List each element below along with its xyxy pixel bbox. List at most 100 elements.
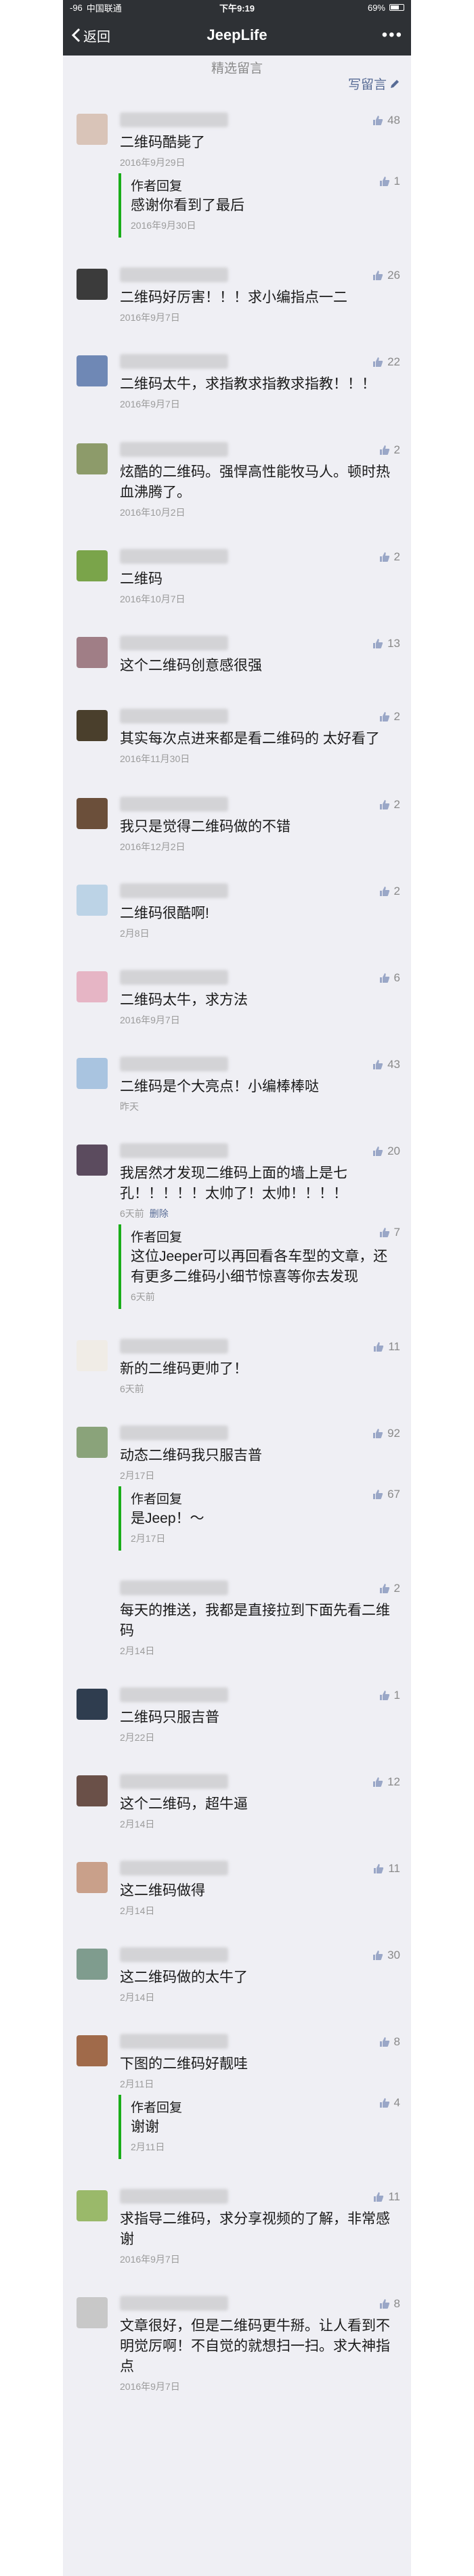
avatar[interactable] [77,1582,108,1613]
comment-time-text: 2016年12月2日 [120,841,186,852]
like-button[interactable]: 20 [372,1145,400,1158]
like-button[interactable]: 48 [372,114,400,127]
like-button[interactable]: 2 [379,885,400,898]
avatar[interactable] [77,1689,108,1720]
like-button[interactable]: 2 [379,710,400,724]
like-button[interactable]: 8 [379,2297,400,2311]
author-reply-label: 作者回复 [131,1492,183,1507]
commenter-name [120,442,228,457]
like-button[interactable]: 2 [379,798,400,812]
commenter-name [120,883,228,898]
comment-time: 2月14日 [120,1991,400,2004]
avatar[interactable] [77,355,108,386]
comment-text: 下图的二维码好靓哇 [120,2056,248,2072]
commenter-name [120,112,228,127]
delete-button[interactable]: 删除 [150,1208,169,1219]
nav-bar: 返回 JeepLife ••• [63,15,411,55]
like-button[interactable]: 43 [372,1058,400,1071]
avatar[interactable] [77,1145,108,1176]
comment-time: 2月17日 [120,1469,400,1482]
back-button[interactable]: 返回 [71,26,110,45]
like-count: 2 [393,443,400,456]
comment-text: 二维码只服吉普 [120,1710,219,1725]
like-button[interactable]: 2 [379,1582,400,1595]
commenter-name [120,2189,228,2204]
comment-item: 8 下图的二维码好靓哇 2月11日 4 作者回复 谢谢 2月11日 [63,2015,411,2170]
comment-text: 其实每次点进来都是看二维码的 太好看了 [120,731,380,747]
like-count: 2 [393,710,400,723]
reply-like-button[interactable]: 4 [379,2096,400,2110]
comment-text: 二维码酷毙了 [120,135,205,150]
comment-text: 我居然才发现二维码上面的墙上是七孔！！！！！太帅了！太帅！！！！ [120,1165,347,1201]
comment-item: 12 这个二维码，超牛逼 2月14日 [63,1755,411,1842]
like-button[interactable]: 13 [372,637,400,650]
comment-time: 2016年11月30日 [120,752,400,765]
avatar[interactable] [77,637,108,668]
like-button[interactable]: 11 [373,2190,400,2204]
comment-time-text: 2016年9月7日 [120,2381,180,2392]
author-reply-label: 作者回复 [131,1230,183,1245]
reply-like-button[interactable]: 67 [372,1488,400,1501]
like-button[interactable]: 6 [379,971,400,985]
write-comment-button[interactable]: 写留言 [348,74,400,93]
like-button[interactable]: 1 [379,1689,400,1702]
like-button[interactable]: 22 [372,355,400,369]
comment-item: 2 二维码 2016年10月7日 [63,530,411,617]
avatar[interactable] [77,443,108,474]
like-button[interactable]: 92 [372,1427,400,1440]
avatar[interactable] [77,1340,108,1371]
comment-time-text: 6天前 [120,1208,144,1219]
comment-time: 昨天 [120,1100,400,1113]
comment-time: 2016年9月7日 [120,2380,400,2393]
author-reply: 1 作者回复 感谢你看到了最后 2016年9月30日 [118,173,400,238]
avatar[interactable] [77,2190,108,2221]
commenter-name [120,1947,228,1962]
reply-time: 2月17日 [131,1533,166,1544]
like-button[interactable]: 26 [372,269,400,282]
avatar[interactable] [77,2297,108,2328]
avatar[interactable] [77,1949,108,1980]
comment-time-text: 2016年10月2日 [120,507,186,518]
avatar[interactable] [77,114,108,145]
like-button[interactable]: 12 [372,1775,400,1789]
more-menu-icon[interactable]: ••• [382,26,403,45]
avatar[interactable] [77,1058,108,1089]
avatar[interactable] [77,1427,108,1458]
comment-text: 二维码太牛，求方法 [120,992,248,1008]
like-button[interactable]: 11 [373,1340,400,1354]
thumbs-up-icon [373,1490,383,1499]
comment-item: 2 每天的推送，我都是直接拉到下面先看二维码 2月14日 [63,1561,411,1668]
reply-like-button[interactable]: 7 [379,1226,400,1239]
avatar[interactable] [77,798,108,829]
commenter-name [120,549,228,564]
comment-item: 2 二维码很酷啊! 2月8日 [63,864,411,951]
avatar[interactable] [77,710,108,741]
commenter-name [120,970,228,985]
comment-time: 2月8日 [120,927,400,940]
avatar[interactable] [77,550,108,581]
comment-time: 2月14日 [120,1904,400,1917]
avatar[interactable] [77,1775,108,1806]
comment-time-text: 2月11日 [120,2079,154,2089]
comment-item: 22 二维码太牛，求指教求指教求指教！！！ 2016年9月7日 [63,335,411,423]
reply-like-button[interactable]: 1 [379,175,400,188]
comment-time: 2月14日 [120,1817,400,1831]
avatar[interactable] [77,269,108,300]
like-count: 2 [393,1582,400,1595]
like-count: 43 [387,1058,400,1071]
avatar[interactable] [77,971,108,1002]
like-button[interactable]: 30 [372,1949,400,1962]
status-time: 下午9:19 [219,3,255,14]
avatar[interactable] [77,1862,108,1893]
comment-item: 48 二维码酷毙了 2016年9月29日 1 作者回复 感谢你看到了最后 2016年9月30… [63,93,411,248]
like-button[interactable]: 11 [373,1862,400,1875]
like-button[interactable]: 8 [379,2035,400,2049]
like-button[interactable]: 2 [379,443,400,457]
like-button[interactable]: 2 [379,550,400,564]
comment-time: 2016年9月7日 [120,2252,400,2266]
comment-item: 8 文章很好，但是二维码更牛掰。让人看到不明觉厉啊！不自觉的就想扫一扫。求大神指点… [63,2277,411,2404]
like-count: 13 [387,637,400,650]
avatar[interactable] [77,885,108,916]
avatar[interactable] [77,2035,108,2066]
commenter-name [120,2034,228,2049]
